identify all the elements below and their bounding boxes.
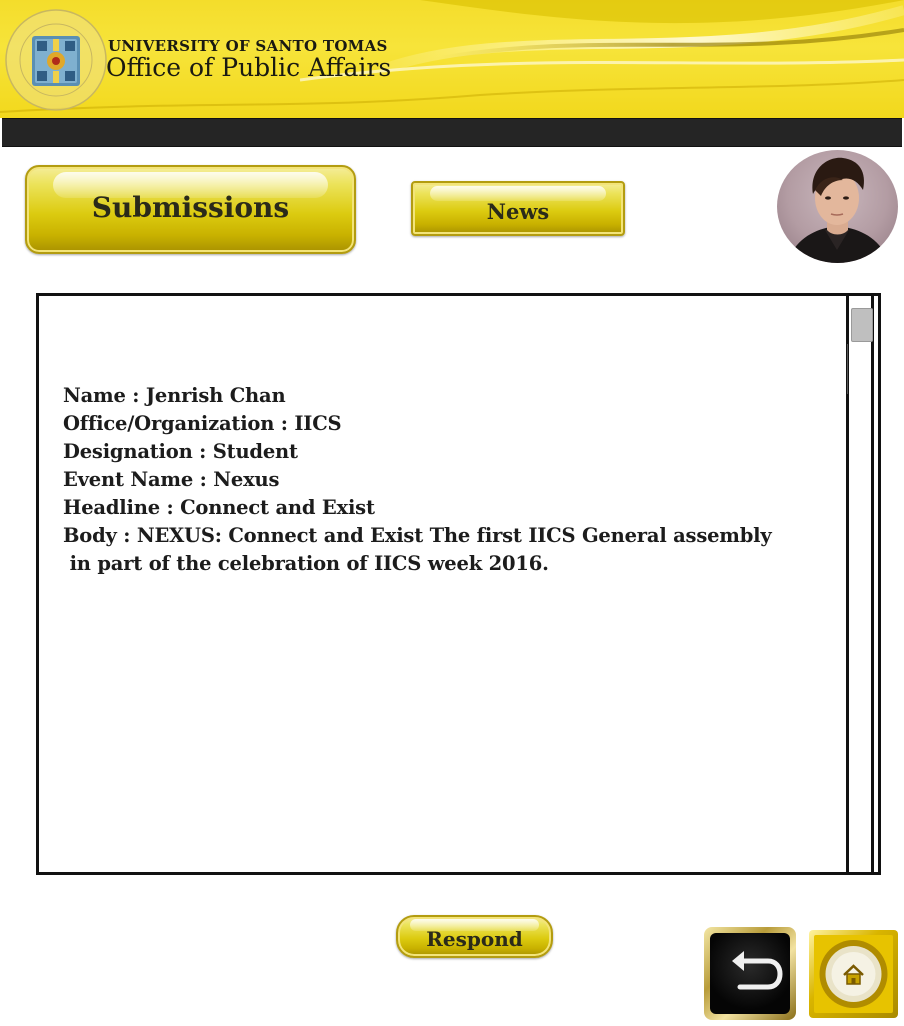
submissions-button-label: Submissions <box>91 191 290 224</box>
home-button-face <box>814 935 893 1013</box>
header-banner: UNIVERSITY OF SANTO TOMAS Office of Publ… <box>0 0 904 118</box>
avatar-portrait-icon <box>787 157 889 263</box>
detail-row-body: Body : NEXUS: Connect and Exist The firs… <box>63 524 772 547</box>
back-button-face <box>710 933 790 1014</box>
home-button[interactable] <box>809 930 898 1018</box>
detail-row-designation: Designation : Student <box>63 440 298 463</box>
scrollbar-edge <box>871 296 874 872</box>
detail-label: Office/Organization <box>63 412 275 435</box>
back-button[interactable] <box>704 927 796 1020</box>
office-name: Office of Public Affairs <box>106 53 392 82</box>
detail-value: Student <box>212 440 298 463</box>
detail-label: Name <box>63 384 126 407</box>
home-icon <box>819 940 888 1008</box>
detail-value: Jenrish Chan <box>145 384 286 407</box>
submission-details: Name : Jenrish Chan Office/Organization … <box>63 382 772 578</box>
scrollbar-track-mark <box>847 344 848 394</box>
back-arrow-icon <box>732 951 783 990</box>
detail-value: Connect and Exist <box>180 496 375 519</box>
ust-seal-logo <box>4 8 108 112</box>
news-button-label: News <box>486 199 550 224</box>
detail-row-name: Name : Jenrish Chan <box>63 384 286 407</box>
vertical-scrollbar[interactable] <box>846 296 878 872</box>
detail-value: Nexus <box>213 468 280 491</box>
user-avatar[interactable] <box>777 150 898 263</box>
detail-label: Body <box>63 524 117 547</box>
respond-button-label: Respond <box>426 927 523 951</box>
detail-row-organization: Office/Organization : IICS <box>63 412 342 435</box>
detail-body-continuation: in part of the celebration of IICS week … <box>63 552 549 575</box>
news-button[interactable]: News <box>411 181 625 236</box>
submission-detail-panel[interactable]: Name : Jenrish Chan Office/Organization … <box>36 293 881 875</box>
detail-label: Designation <box>63 440 193 463</box>
detail-label: Headline <box>63 496 160 519</box>
scrollbar-thumb[interactable] <box>851 308 873 342</box>
header-divider-bar <box>2 118 902 147</box>
detail-value: NEXUS: Connect and Exist The first IICS … <box>136 524 772 547</box>
detail-row-event-name: Event Name : Nexus <box>63 468 280 491</box>
respond-button[interactable]: Respond <box>396 915 553 958</box>
submissions-button[interactable]: Submissions <box>25 165 356 254</box>
detail-row-headline: Headline : Connect and Exist <box>63 496 375 519</box>
detail-label: Event Name <box>63 468 194 491</box>
detail-value: IICS <box>294 412 342 435</box>
